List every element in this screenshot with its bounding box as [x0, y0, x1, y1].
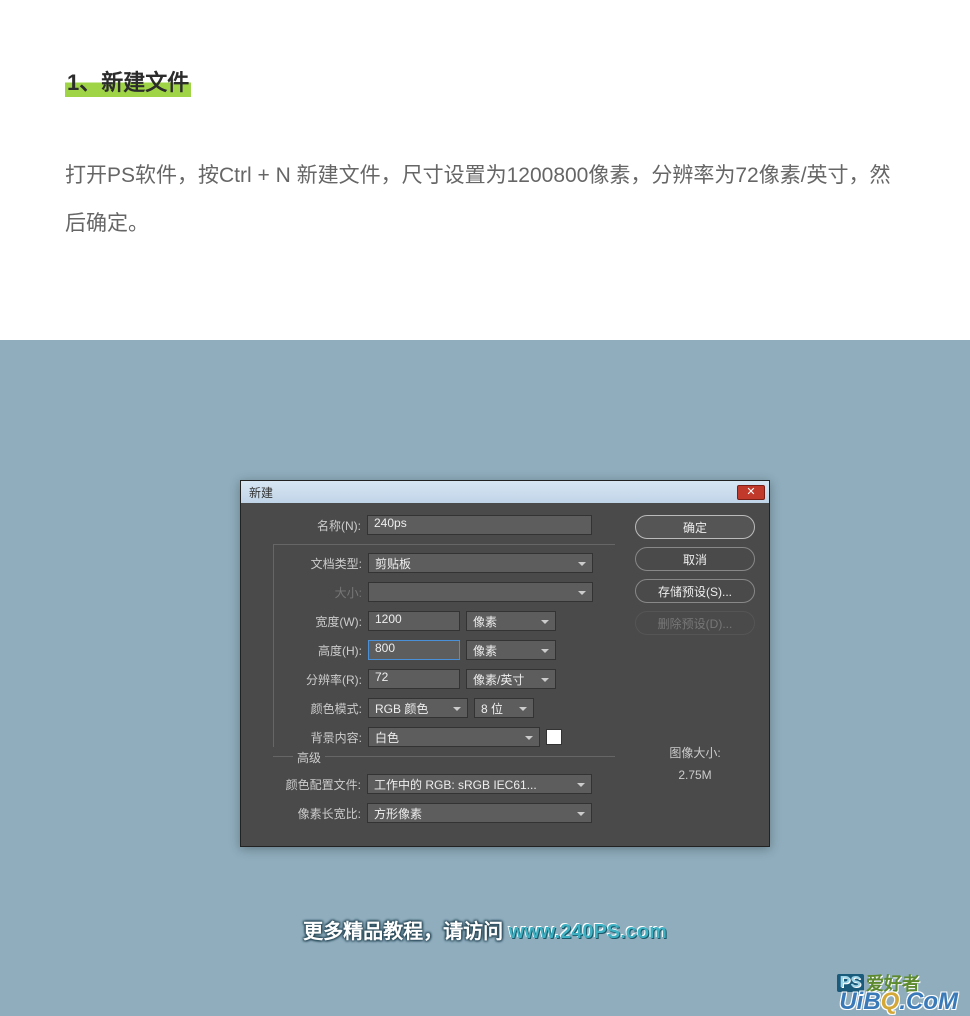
resolution-unit-select[interactable]: 像素/英寸	[466, 669, 556, 689]
name-input[interactable]: 240ps	[367, 515, 592, 535]
width-input[interactable]: 1200	[368, 611, 460, 631]
step-heading: 1、新建文件	[65, 65, 191, 97]
colorprofile-select[interactable]: 工作中的 RGB: sRGB IEC61...	[367, 774, 592, 794]
cancel-button[interactable]: 取消	[635, 547, 755, 571]
height-unit-select[interactable]: 像素	[466, 640, 556, 660]
label-doctype: 文档类型:	[274, 555, 368, 572]
width-unit-select[interactable]: 像素	[466, 611, 556, 631]
label-bgcontent: 背景内容:	[274, 729, 368, 746]
watermark-uibq-pre: UiB	[839, 988, 880, 1015]
label-pixelaspect: 像素长宽比:	[273, 805, 367, 822]
watermark-uibq-post: .CoM	[899, 988, 958, 1015]
illustration-background: 新建 ✕ 名称(N): 240ps 文档类型: 剪贴板	[0, 340, 970, 1016]
bgcontent-select[interactable]: 白色	[368, 727, 540, 747]
height-input[interactable]: 800	[368, 640, 460, 660]
label-height: 高度(H):	[274, 642, 368, 659]
dialog-titlebar[interactable]: 新建 ✕	[241, 481, 769, 503]
label-colorprofile: 颜色配置文件:	[273, 776, 367, 793]
image-size-value: 2.75M	[635, 765, 755, 787]
ok-button[interactable]: 确定	[635, 515, 755, 539]
bitdepth-select[interactable]: 8 位	[474, 698, 534, 718]
size-select	[368, 582, 593, 602]
dialog-title: 新建	[249, 484, 273, 501]
advanced-group-label: 高级	[293, 749, 325, 766]
close-icon: ✕	[746, 487, 755, 498]
delete-preset-button: 删除预设(D)...	[635, 611, 755, 635]
step-description: 打开PS软件，按Ctrl + N 新建文件，尺寸设置为1200800像素，分辨率…	[65, 152, 905, 249]
save-preset-button[interactable]: 存储预设(S)...	[635, 579, 755, 603]
colormode-select[interactable]: RGB 颜色	[368, 698, 468, 718]
image-size-label: 图像大小:	[635, 743, 755, 765]
watermark-uibq-q: Q	[881, 988, 900, 1015]
label-width: 宽度(W):	[274, 613, 368, 630]
label-name: 名称(N):	[255, 517, 367, 534]
label-colormode: 颜色模式:	[274, 700, 368, 717]
footer-promo: 更多精品教程，请访问 www.240PS.com	[0, 915, 970, 944]
watermark-uibq: UiBQ.CoM	[839, 988, 958, 1016]
close-button[interactable]: ✕	[737, 485, 765, 500]
footer-text-1: 更多精品教程，请访问	[303, 921, 509, 943]
new-document-dialog: 新建 ✕ 名称(N): 240ps 文档类型: 剪贴板	[240, 480, 770, 847]
footer-url: www.240PS.com	[509, 921, 667, 943]
pixelaspect-select[interactable]: 方形像素	[367, 803, 592, 823]
label-resolution: 分辨率(R):	[274, 671, 368, 688]
resolution-input[interactable]: 72	[368, 669, 460, 689]
bg-swatch[interactable]	[546, 729, 562, 745]
doctype-select[interactable]: 剪贴板	[368, 553, 593, 573]
image-size-info: 图像大小: 2.75M	[635, 743, 755, 786]
label-size: 大小:	[274, 584, 368, 601]
